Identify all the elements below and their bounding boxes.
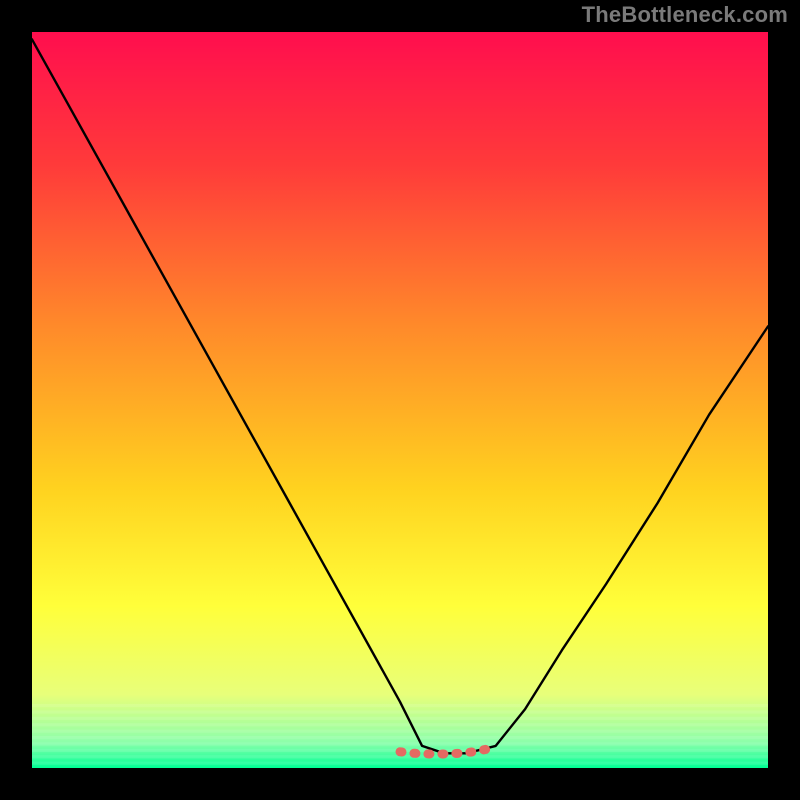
watermark-text: TheBottleneck.com bbox=[582, 2, 788, 28]
gradient-background bbox=[32, 32, 768, 768]
chart-frame: TheBottleneck.com bbox=[0, 0, 800, 800]
optimal-band-marker bbox=[400, 749, 488, 754]
plot-area bbox=[32, 32, 768, 768]
chart-svg bbox=[32, 32, 768, 768]
